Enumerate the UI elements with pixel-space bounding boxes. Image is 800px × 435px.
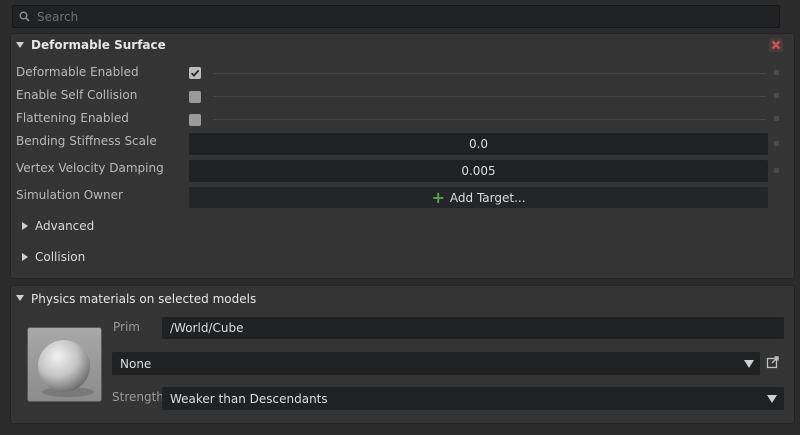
- simulation-owner-label: Simulation Owner: [16, 188, 123, 202]
- bending-stiffness-field[interactable]: 0.0: [189, 133, 768, 155]
- deformable-enabled-checkbox[interactable]: [189, 67, 201, 79]
- reset-indicator[interactable]: [774, 168, 779, 173]
- reset-indicator[interactable]: [774, 141, 779, 146]
- chevron-down-icon[interactable]: [767, 395, 777, 403]
- reset-indicator[interactable]: [774, 116, 779, 121]
- expand-triangle-icon[interactable]: [22, 253, 28, 261]
- deformable-enabled-label: Deformable Enabled: [16, 65, 139, 79]
- strength-label: Strength: [112, 390, 164, 404]
- bending-stiffness-label: Bending Stiffness Scale: [16, 134, 157, 148]
- row-divider: [213, 73, 766, 74]
- checkmark-icon: [190, 69, 200, 77]
- physics-panel-title[interactable]: Physics materials on selected models: [31, 292, 256, 306]
- strength-dropdown-value: Weaker than Descendants: [170, 391, 328, 406]
- material-dropdown-value: None: [120, 356, 152, 371]
- vertex-damping-field[interactable]: 0.005: [189, 160, 768, 182]
- strength-dropdown[interactable]: Weaker than Descendants: [162, 387, 784, 410]
- material-dropdown[interactable]: None: [112, 352, 760, 375]
- collision-section-header[interactable]: Collision: [35, 250, 85, 264]
- material-preview-thumbnail: [27, 327, 102, 402]
- prim-path-field[interactable]: /World/Cube: [162, 317, 784, 339]
- collapse-triangle-icon[interactable]: [16, 42, 24, 48]
- vertex-damping-label: Vertex Velocity Damping: [16, 161, 164, 175]
- add-target-label: Add Target...: [449, 190, 526, 205]
- flattening-checkbox[interactable]: [189, 114, 201, 126]
- row-divider: [213, 119, 766, 120]
- expand-triangle-icon[interactable]: [22, 222, 28, 230]
- prim-label: Prim: [113, 320, 140, 334]
- close-icon[interactable]: [769, 38, 783, 52]
- open-material-icon[interactable]: [766, 355, 780, 372]
- row-divider: [213, 96, 766, 97]
- flattening-label: Flattening Enabled: [16, 111, 129, 125]
- reset-indicator[interactable]: [774, 93, 779, 98]
- deformable-panel-title[interactable]: Deformable Surface: [31, 38, 166, 52]
- search-input[interactable]: [35, 8, 779, 25]
- search-bar[interactable]: [12, 5, 780, 28]
- chevron-down-icon[interactable]: [744, 360, 754, 368]
- self-collision-label: Enable Self Collision: [16, 88, 138, 102]
- reset-indicator[interactable]: [774, 70, 779, 75]
- self-collision-checkbox[interactable]: [189, 91, 201, 103]
- plus-icon: +: [431, 187, 445, 207]
- add-target-button[interactable]: + Add Target...: [189, 187, 768, 208]
- advanced-section-header[interactable]: Advanced: [35, 219, 94, 233]
- collapse-triangle-icon[interactable]: [16, 295, 24, 301]
- search-icon: [13, 11, 35, 22]
